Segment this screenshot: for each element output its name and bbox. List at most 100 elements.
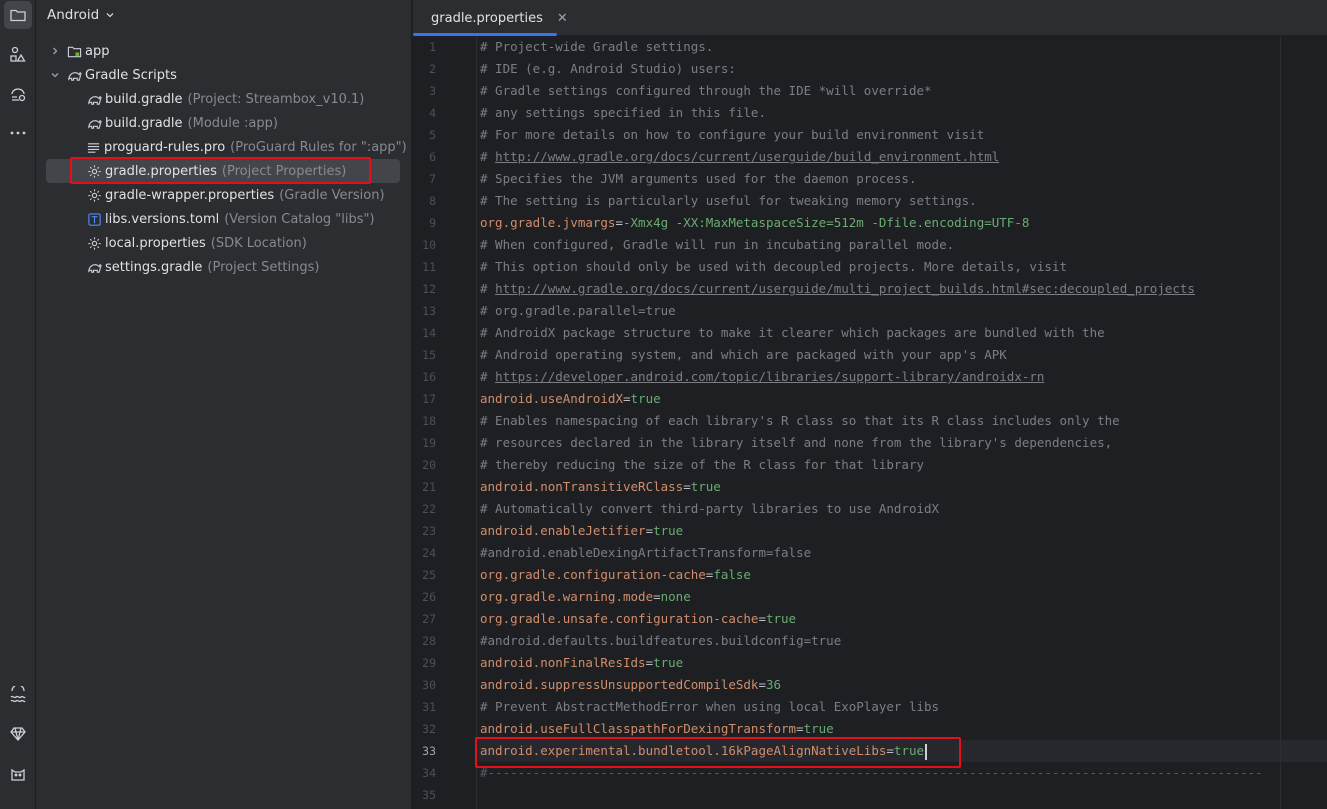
line-number: 4 xyxy=(429,106,436,120)
tree-item-build-gradle-module[interactable]: build.gradle (Module :app) xyxy=(46,111,400,135)
code-line[interactable]: android.useAndroidX=true xyxy=(480,388,661,410)
code-line[interactable]: org.gradle.unsafe.configuration-cache=tr… xyxy=(480,608,796,630)
code-line[interactable]: # http://www.gradle.org/docs/current/use… xyxy=(480,146,999,168)
separator-comment: #---------------------------------------… xyxy=(480,765,1263,780)
comment-text: # Android operating system, and which ar… xyxy=(480,347,1007,362)
tab-gradle-properties[interactable]: gradle.properties ✕ xyxy=(413,0,568,36)
comment-text: # The setting is particularly useful for… xyxy=(480,193,977,208)
code-line[interactable]: # any settings specified in this file. xyxy=(480,102,766,124)
code-line[interactable]: # Gradle settings configured through the… xyxy=(480,80,932,102)
equals-sign: = xyxy=(645,655,654,670)
code-line[interactable]: # Specifies the JVM arguments used for t… xyxy=(480,168,917,190)
code-line[interactable]: org.gradle.warning.mode=none xyxy=(480,586,691,608)
code-line[interactable]: # For more details on how to configure y… xyxy=(480,124,984,146)
code-line[interactable]: # https://developer.android.com/topic/li… xyxy=(480,366,1044,388)
notifications-tool-button[interactable] xyxy=(4,681,32,709)
app-quality-tool-button[interactable] xyxy=(4,760,32,788)
line-number: 10 xyxy=(422,238,436,252)
equals-sign: = xyxy=(886,743,894,758)
property-value: -Xmx4g -XX:MaxMetaspaceSize=512m -Dfile.… xyxy=(623,215,1030,230)
code-line[interactable]: org.gradle.configuration-cache=false xyxy=(480,564,751,586)
line-number: 21 xyxy=(422,480,436,494)
code-line[interactable]: android.experimental.bundletool.16kPageA… xyxy=(480,740,927,762)
line-number: 25 xyxy=(422,568,436,582)
tree-item-label: proguard-rules.pro xyxy=(104,139,226,155)
toml-icon xyxy=(86,211,102,227)
tree-item-label: local.properties xyxy=(105,235,206,251)
comment-text: # This option should only be used with d… xyxy=(480,259,1067,274)
code-line[interactable]: #---------------------------------------… xyxy=(480,762,1263,784)
line-number: 30 xyxy=(422,678,436,692)
gradle-elephant-icon xyxy=(66,67,82,83)
property-value: none xyxy=(660,589,691,604)
code-line[interactable]: #android.defaults.buildfeatures.buildcon… xyxy=(480,630,841,652)
tree-item-label: settings.gradle xyxy=(105,259,203,275)
code-line[interactable]: android.enableJetifier=true xyxy=(480,520,683,542)
code-line[interactable]: # Enables namespacing of each library's … xyxy=(480,410,1120,432)
line-number: 22 xyxy=(422,502,436,516)
tree-item-hint: (Project: Streambox_v10.1) xyxy=(187,91,365,107)
line-number: 27 xyxy=(422,612,436,626)
property-value: true xyxy=(803,721,834,736)
gemini-tool-button[interactable] xyxy=(4,720,32,748)
code-line[interactable]: # Prevent AbstractMethodError when using… xyxy=(480,696,939,718)
property-key: android.nonTransitiveRClass xyxy=(480,479,684,494)
project-tool-button[interactable] xyxy=(4,1,32,29)
project-panel: Android app Gradle Scripts build.gradle … xyxy=(36,0,412,809)
tree-item-settings-gradle[interactable]: settings.gradle (Project Settings) xyxy=(46,255,400,279)
line-number: 32 xyxy=(422,722,436,736)
property-key: org.gradle.warning.mode xyxy=(480,589,654,604)
more-tools-button[interactable] xyxy=(4,119,32,147)
code-line[interactable]: android.useFullClasspathForDexingTransfo… xyxy=(480,718,834,740)
tree-item-build-gradle-project[interactable]: build.gradle (Project: Streambox_v10.1) xyxy=(46,87,400,111)
code-line[interactable]: # When configured, Gradle will run in in… xyxy=(480,234,954,256)
code-line[interactable]: # http://www.gradle.org/docs/current/use… xyxy=(480,278,1195,300)
tree-item-hint: (Gradle Version) xyxy=(279,187,385,203)
project-view-selector[interactable]: Android xyxy=(47,5,115,25)
code-line[interactable]: org.gradle.jvmargs=-Xmx4g -XX:MaxMetaspa… xyxy=(480,212,1029,234)
tree-item-proguard-rules[interactable]: proguard-rules.pro (ProGuard Rules for "… xyxy=(46,135,407,159)
code-line[interactable]: # org.gradle.parallel=true xyxy=(480,300,676,322)
line-number: 24 xyxy=(422,546,436,560)
code-line[interactable]: # resources declared in the library itse… xyxy=(480,432,1112,454)
code-line[interactable]: # Project-wide Gradle settings. xyxy=(480,36,713,58)
equals-sign: = xyxy=(653,589,661,604)
line-number: 19 xyxy=(422,436,436,450)
gear-icon xyxy=(86,235,102,251)
structure-tool-button[interactable] xyxy=(4,40,32,68)
tree-item-app[interactable]: app xyxy=(46,39,400,63)
tree-item-label: app xyxy=(85,43,110,59)
code-line[interactable]: # Android operating system, and which ar… xyxy=(480,344,1007,366)
code-line[interactable]: android.nonTransitiveRClass=true xyxy=(480,476,721,498)
tree-item-gradle-properties[interactable]: gradle.properties (Project Properties) xyxy=(46,159,400,183)
tree-item-gradle-wrapper-properties[interactable]: gradle-wrapper.properties (Gradle Versio… xyxy=(46,183,400,207)
code-line[interactable]: android.nonFinalResIds=true xyxy=(480,652,683,674)
code-line[interactable]: # thereby reducing the size of the R cla… xyxy=(480,454,924,476)
code-line[interactable]: # This option should only be used with d… xyxy=(480,256,1067,278)
gradle-elephant-icon xyxy=(86,259,102,275)
comment-text: # Project-wide Gradle settings. xyxy=(480,39,714,54)
chevron-down-icon[interactable] xyxy=(48,68,62,82)
code-line[interactable]: # Automatically convert third-party libr… xyxy=(480,498,939,520)
code-line[interactable]: android.suppressUnsupportedCompileSdk=36 xyxy=(480,674,781,696)
code-line[interactable]: # IDE (e.g. Android Studio) users: xyxy=(480,58,736,80)
tree-item-gradle-scripts[interactable]: Gradle Scripts xyxy=(46,63,400,87)
chevron-right-icon[interactable] xyxy=(48,44,62,58)
line-number: 35 xyxy=(422,788,436,802)
tree-item-libs-versions-toml[interactable]: libs.versions.toml (Version Catalog "lib… xyxy=(46,207,400,231)
code-line[interactable]: # AndroidX package structure to make it … xyxy=(480,322,1105,344)
tree-item-local-properties[interactable]: local.properties (SDK Location) xyxy=(46,231,400,255)
code-line[interactable]: # The setting is particularly useful for… xyxy=(480,190,977,212)
property-value: false xyxy=(713,567,751,582)
line-number: 3 xyxy=(429,84,436,98)
tree-item-hint: (Module :app) xyxy=(187,115,278,131)
comment-prefix: # xyxy=(480,369,496,384)
equals-sign: = xyxy=(645,523,654,538)
code-line[interactable]: #android.enableDexingArtifactTransform=f… xyxy=(480,542,811,564)
line-number: 2 xyxy=(429,62,436,76)
comment-text: # IDE (e.g. Android Studio) users: xyxy=(480,61,736,76)
waves-icon xyxy=(10,686,26,703)
close-icon[interactable]: ✕ xyxy=(557,11,568,26)
logcat-tool-button[interactable] xyxy=(4,80,32,108)
line-number: 20 xyxy=(422,458,436,472)
